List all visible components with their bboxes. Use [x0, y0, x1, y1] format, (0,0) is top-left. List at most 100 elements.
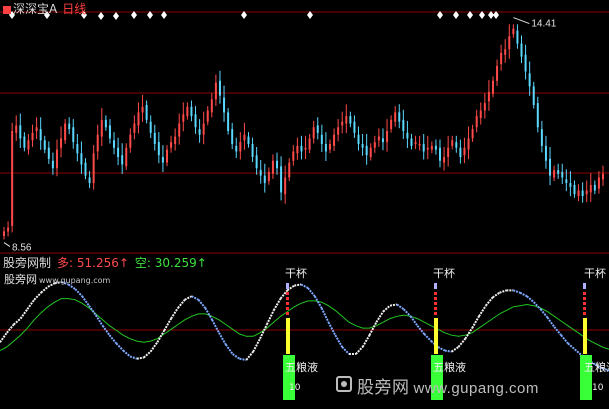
series-long-segment	[519, 291, 528, 298]
candle-body	[190, 106, 193, 117]
signal-bar-red	[434, 302, 437, 305]
series-long-segment	[437, 346, 446, 352]
series-long-segment	[300, 283, 309, 289]
series-long-segment	[224, 344, 234, 355]
series-long-segment	[567, 342, 576, 351]
signal-bar-red	[286, 307, 289, 310]
candle-body	[349, 116, 352, 124]
candle-body	[512, 28, 515, 35]
series-long-segment	[0, 332, 8, 343]
candle-body	[210, 99, 213, 113]
signal-bottom-label: 五粮液	[584, 361, 609, 374]
candle-body	[3, 231, 5, 236]
series-long-segment	[451, 346, 460, 353]
candle-body	[104, 119, 107, 128]
candle-body	[133, 123, 136, 133]
candle-body	[263, 175, 266, 184]
low-price-label: 8.56	[12, 243, 32, 254]
series-long-segment	[396, 303, 405, 311]
series-long-segment	[26, 299, 36, 310]
signal-top-label: 干杯	[285, 267, 307, 280]
indicator-header: 股旁网制 多: 51.256↑ 空: 30.259↑	[3, 254, 207, 271]
candle-body	[223, 97, 226, 113]
candle-body	[7, 227, 10, 232]
series-long-segment	[553, 326, 562, 336]
candle-body	[149, 121, 152, 133]
candle-body	[247, 136, 250, 145]
series-long-segment	[294, 283, 302, 287]
series-long-segment	[136, 356, 144, 360]
candle-body	[117, 147, 120, 158]
candle-body	[80, 153, 83, 165]
candle-body	[410, 138, 413, 146]
candle-body	[434, 145, 437, 150]
candle-body	[121, 155, 124, 165]
candle-body	[585, 190, 588, 195]
candle-body	[300, 145, 303, 152]
series-long-segment	[40, 286, 49, 294]
signal-bar-red	[583, 292, 586, 295]
candle-body	[51, 160, 54, 169]
series-long-segment	[539, 308, 549, 319]
series-long-segment	[239, 357, 247, 361]
series-long-segment	[218, 332, 227, 346]
series-long-segment	[265, 309, 275, 325]
candle-body	[96, 134, 99, 152]
series-long-segment	[307, 287, 316, 297]
candle-body	[271, 160, 274, 174]
candle-body	[276, 160, 279, 169]
watermark-large: 股旁网 www.gupang.com	[357, 373, 539, 398]
candle-body	[593, 184, 596, 191]
signal-bar-yellow	[434, 318, 438, 354]
series-short-line	[0, 298, 609, 351]
series-long-segment	[546, 316, 556, 328]
candle-body	[491, 80, 494, 94]
watermark-large-label: 股旁网	[357, 378, 410, 398]
candle-body	[573, 184, 576, 195]
series-long-segment	[272, 298, 282, 311]
candle-body	[341, 121, 344, 126]
candle-body	[337, 127, 340, 135]
candle-body	[483, 103, 486, 111]
candle-body	[581, 190, 584, 197]
signal-bar-red	[286, 297, 289, 300]
candle-body	[23, 136, 26, 148]
candle-body	[569, 183, 572, 187]
candle-body	[369, 147, 372, 158]
candle-body	[320, 134, 323, 145]
series-long-segment	[485, 296, 494, 307]
candle-body	[402, 119, 405, 131]
candle-body	[475, 116, 478, 128]
candle-body	[15, 125, 18, 133]
signal-bottom-label: 五粮液	[433, 361, 466, 374]
diamond-marker-icon	[113, 12, 119, 20]
candle-body	[304, 147, 307, 150]
series-long-segment	[170, 307, 179, 320]
candle-body	[141, 106, 144, 113]
signal-bar-top	[434, 283, 437, 289]
candle-body	[280, 166, 283, 193]
high-pointer	[513, 17, 530, 25]
series-long-segment	[211, 319, 220, 334]
long-value: 多: 51.256↑	[57, 256, 129, 270]
candle-body	[27, 140, 30, 150]
candle-body	[381, 138, 384, 143]
series-long-segment	[478, 305, 487, 317]
candle-body	[487, 91, 490, 102]
series-long-segment	[122, 349, 131, 358]
candle-body	[328, 144, 331, 150]
candle-body	[357, 134, 360, 145]
candle-body	[398, 112, 401, 122]
series-long-segment	[6, 323, 15, 334]
candle-body	[524, 54, 527, 72]
signal-bar-top	[286, 283, 289, 289]
diamond-marker-icon	[98, 12, 104, 20]
candle-body	[227, 112, 230, 131]
series-long-segment	[375, 311, 385, 323]
candle-body	[202, 123, 205, 135]
candle-body	[540, 129, 543, 146]
series-long-segment	[334, 334, 343, 348]
series-long-segment	[389, 303, 398, 307]
title-marker-icon	[3, 6, 11, 14]
candle-body	[365, 145, 368, 156]
